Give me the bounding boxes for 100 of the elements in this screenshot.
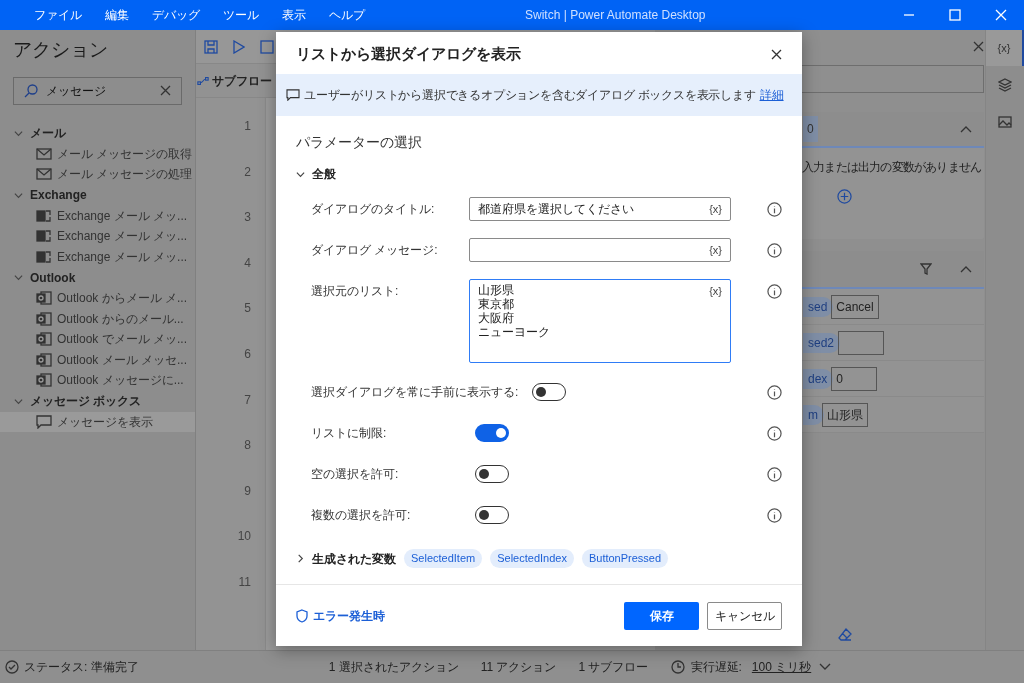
variables-tab[interactable]: {x} (986, 30, 1024, 66)
variable-chip[interactable]: SelectedItem (404, 549, 483, 568)
tree-item[interactable]: Outlook でメール メッ... (0, 329, 195, 350)
close-icon (995, 9, 1007, 21)
info-icon (767, 242, 782, 258)
field-label: 選択元のリスト: (310, 283, 400, 300)
action-count: 11 アクション (480, 659, 557, 676)
chevron-up-icon (960, 125, 972, 133)
menu-item[interactable]: ファイル (34, 6, 82, 24)
empty-message: 入力または出力の変数がありません (802, 159, 983, 176)
tree-item[interactable]: メール メッセージの取得 (0, 143, 195, 164)
line-number: 3 (244, 209, 251, 227)
save-button[interactable]: 保存 (624, 601, 699, 630)
variable-chip[interactable]: sed2 (803, 332, 841, 353)
tree-item[interactable]: Exchange メール メッ... (0, 226, 195, 247)
chevron-icon (296, 169, 305, 179)
generated-variables-header[interactable]: 生成された変数 (296, 549, 396, 568)
toggle-switch[interactable] (475, 424, 509, 442)
outlook-icon (36, 290, 52, 307)
envelope-icon (36, 168, 52, 181)
dialog-title: リストから選択ダイアログを表示 (296, 43, 521, 64)
tree-item[interactable]: Outlook からメール メ... (0, 288, 195, 309)
subflow-tab[interactable]: サブフロー (197, 71, 272, 90)
variable-chip[interactable]: ButtonPressed (581, 549, 669, 568)
variable-value: 山形県 (822, 402, 868, 427)
text-field[interactable]: {x} (469, 238, 731, 262)
line-number: 2 (244, 163, 251, 181)
menu-item[interactable]: デバッグ (152, 6, 200, 24)
tree-item[interactable]: メッセージを表示 (0, 411, 195, 432)
window-title: Switch | Power Automate Desktop (525, 7, 706, 24)
description: ユーザーがリストから選択できるオプションを含むダイアログ ボックスを表示します (304, 87, 756, 104)
count-badge: 0 (803, 116, 818, 142)
variable-chip[interactable]: sed (803, 296, 834, 317)
delay-label: 実行遅延: (690, 659, 742, 676)
shield-icon (296, 608, 308, 623)
line-number: 11 (238, 573, 251, 591)
envelope-icon (36, 147, 52, 160)
exchange-icon (36, 248, 52, 265)
tree-group[interactable]: メール (0, 122, 195, 144)
image-icon (998, 116, 1012, 128)
check-circle-icon (5, 660, 19, 674)
clear-icon (160, 85, 171, 96)
info-icon (767, 201, 782, 217)
save-icon (204, 39, 218, 54)
selected-count: 1 選択されたアクション (328, 659, 459, 676)
tree-item[interactable]: Exchange メール メッ... (0, 205, 195, 226)
variable-chip[interactable]: dex (803, 368, 834, 389)
list-field[interactable]: 山形県 東京都 大阪府 ニューヨーク {x} (469, 279, 731, 363)
delay-link[interactable]: 100 ミリ秒 (751, 658, 812, 676)
tree-group[interactable]: Exchange (0, 184, 195, 206)
line-number: 9 (244, 482, 251, 500)
subflow-icon (197, 75, 209, 86)
section-title: パラメーターの選択 (296, 133, 423, 152)
cancel-button[interactable]: キャンセル (707, 601, 782, 630)
field-label: ダイアログのタイトル: (310, 201, 436, 218)
tree-item[interactable]: Exchange メール メッ... (0, 246, 195, 267)
filter-icon (920, 263, 932, 275)
tree-item[interactable]: Outlook メール メッセ... (0, 349, 195, 370)
line-number: 5 (244, 300, 251, 318)
menu-item[interactable]: ツール (223, 6, 259, 24)
outlook-icon (36, 331, 52, 348)
line-number: 6 (244, 345, 251, 363)
outlook-icon (36, 351, 52, 368)
line-number: 10 (237, 528, 251, 546)
play-icon (233, 39, 245, 54)
details-link[interactable]: 詳細 (759, 86, 784, 104)
info-icon (767, 466, 782, 482)
layers-icon (998, 78, 1012, 92)
chevron-icon (14, 396, 23, 406)
menu-item[interactable]: 編集 (105, 6, 129, 24)
field-label: リストに制限: (310, 425, 388, 442)
line-number: 1 (244, 118, 251, 135)
field-label: 空の選択を許可: (310, 466, 400, 483)
info-icon (767, 283, 782, 299)
field-label: 選択ダイアログを常に手前に表示する: (310, 384, 520, 401)
close-icon (771, 48, 782, 60)
group-header[interactable]: 全般 (296, 165, 782, 183)
search-field[interactable]: メッセージ (13, 76, 182, 105)
info-icon (767, 384, 782, 400)
variable-chip[interactable]: m (803, 404, 824, 425)
chevron-icon (14, 190, 23, 200)
tree-group[interactable]: メッセージ ボックス (0, 390, 195, 412)
speech-bubble-icon (36, 414, 52, 429)
speech-bubble-icon (286, 89, 300, 101)
tree-group[interactable]: Outlook (0, 267, 195, 288)
search-icon (24, 83, 38, 98)
menu-item[interactable]: 表示 (282, 6, 306, 24)
variable-chip[interactable]: SelectedIndex (490, 549, 574, 568)
menu-item[interactable]: ヘルプ (329, 6, 365, 24)
stop-icon (260, 39, 274, 54)
tree-item[interactable]: Outlook メッセージに... (0, 370, 195, 391)
chevron-icon (296, 554, 305, 563)
tree-item[interactable]: Outlook からのメール... (0, 308, 195, 329)
close-icon (973, 41, 984, 52)
text-field[interactable]: 都道府県を選択してください {x} (469, 197, 731, 221)
tree-item[interactable]: メール メッセージの処理 (0, 164, 195, 185)
maximize-icon (949, 9, 961, 21)
field-label: 複数の選択を許可: (310, 507, 412, 524)
line-number: 8 (244, 437, 251, 455)
error-link[interactable]: エラー発生時 (296, 606, 385, 625)
